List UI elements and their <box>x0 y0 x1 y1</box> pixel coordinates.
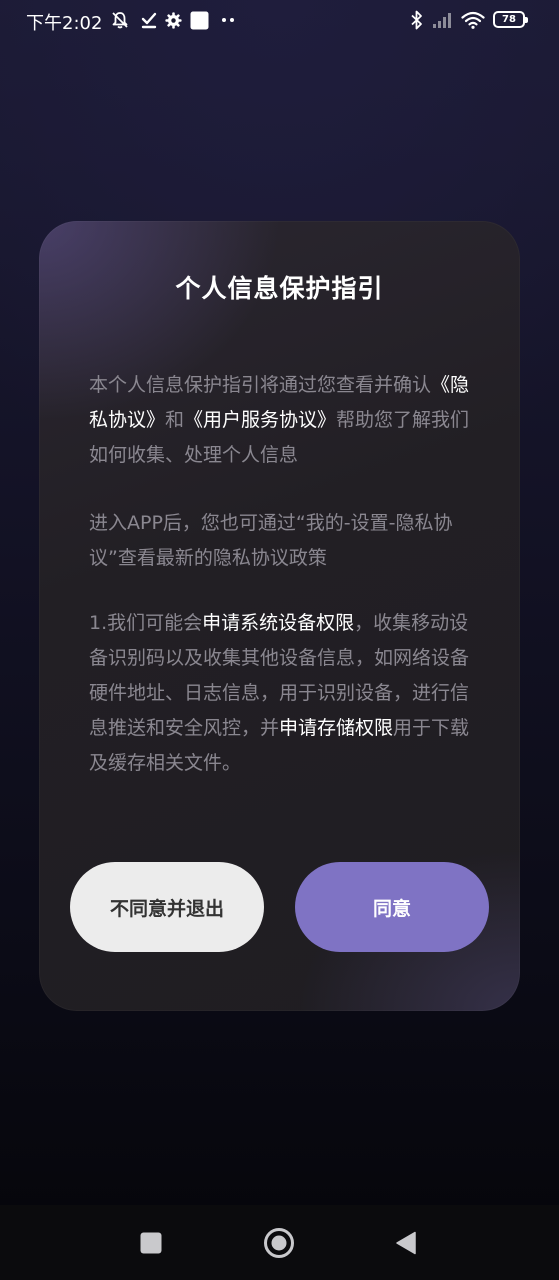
settings-hint-paragraph: 进入APP后，您也可通过“我的-设置-隐私协议”查看最新的隐私协议政策 <box>89 512 453 569</box>
home-circle-icon[interactable] <box>263 1227 295 1259</box>
navigation-bar <box>0 1205 559 1280</box>
recents-square-icon[interactable] <box>139 1231 163 1255</box>
intro-text-a: 本个人信息保护指引将通过您查看并确认 <box>89 374 432 396</box>
gear-icon <box>164 10 182 30</box>
user-service-agreement-link[interactable]: 《用户服务协议》 <box>184 409 336 431</box>
wifi-icon <box>460 10 486 30</box>
back-triangle-icon[interactable] <box>394 1230 418 1256</box>
bluetooth-icon <box>408 10 424 30</box>
checkbox-done-icon <box>140 10 158 30</box>
mute-bell-icon <box>109 10 131 30</box>
dialog-title: 个人信息保护指引 <box>175 274 384 303</box>
status-bar: 下午2:02 78 <box>0 0 559 42</box>
intro-paragraph: 本个人信息保护指引将通过您查看并确认《隐私协议》和《用户服务协议》帮助您了解我们… <box>89 368 472 473</box>
privacy-dialog: 个人信息保护指引 本个人信息保护指引将通过您查看并确认《隐私协议》和《用户服务协… <box>39 221 520 1011</box>
permissions-paragraph: 1.我们可能会申请系统设备权限，收集移动设备识别码以及收集其他设备信息，如网络设… <box>89 606 472 781</box>
agree-button[interactable]: 同意 <box>295 862 489 952</box>
status-time: 下午2:02 <box>26 13 103 34</box>
decline-exit-button[interactable]: 不同意并退出 <box>70 862 264 952</box>
storage-permission-highlight: 申请存储权限 <box>279 717 394 739</box>
more-dots-icon <box>219 10 237 30</box>
battery-icon: 78 <box>493 11 528 28</box>
permissions-text-a: 1.我们可能会 <box>89 612 203 634</box>
intro-text-b: 和 <box>165 409 185 431</box>
device-permission-highlight: 申请系统设备权限 <box>202 612 355 634</box>
square-notification-icon <box>189 10 209 30</box>
signal-icon <box>431 10 455 30</box>
